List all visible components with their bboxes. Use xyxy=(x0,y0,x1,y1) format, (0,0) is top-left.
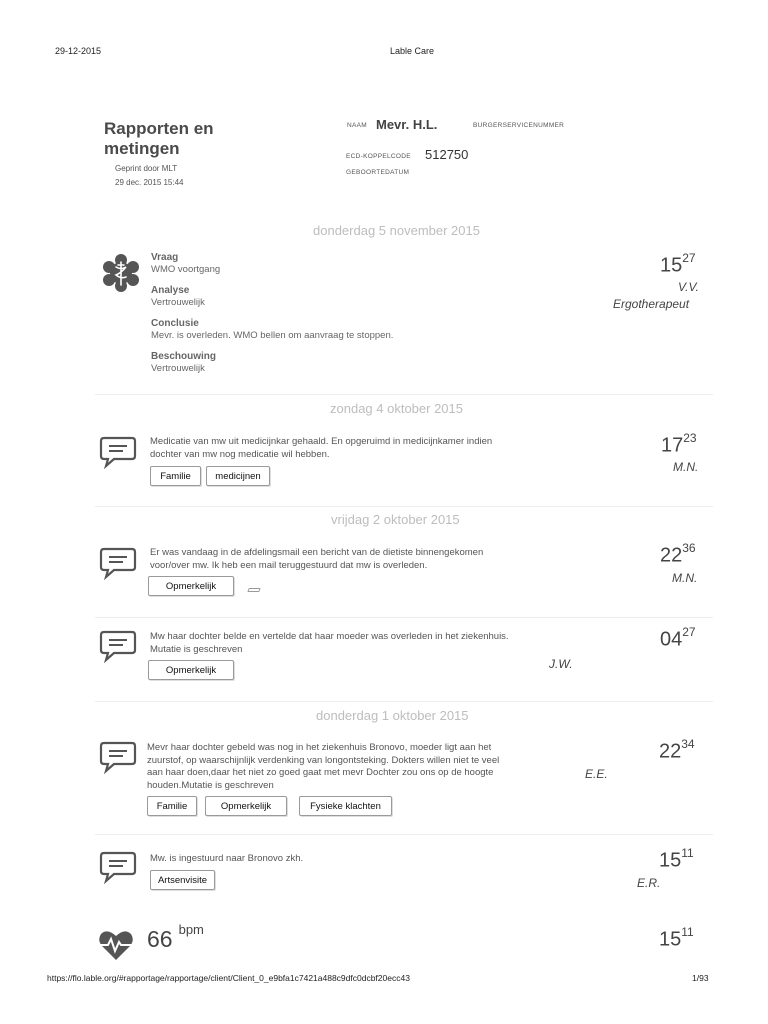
tag-opmerkelijk[interactable]: Opmerkelijk xyxy=(148,576,234,596)
heart-rate-icon xyxy=(97,928,135,967)
tag-familie[interactable]: Familie xyxy=(147,796,197,816)
scan-artifact xyxy=(247,588,261,592)
printed-at: 29 dec. 2015 15:44 xyxy=(115,178,184,187)
entry-time: 1511 xyxy=(659,925,694,951)
author-initials: V.V. xyxy=(678,280,699,294)
tag-artsenvisite[interactable]: Artsenvisite xyxy=(150,870,215,890)
beschouwing-value: Vertrouwelijk xyxy=(151,363,205,374)
vraag-label: Vraag xyxy=(151,252,179,263)
printed-by: Geprint door MLT xyxy=(115,164,178,173)
tag-familie[interactable]: Familie xyxy=(150,466,201,486)
separator xyxy=(95,701,713,702)
print-title: Lable Care xyxy=(390,46,435,56)
chat-bubble-icon xyxy=(99,850,137,889)
beschouwing-label: Beschouwing xyxy=(151,351,217,362)
date-heading: zondag 4 oktober 2015 xyxy=(330,401,463,416)
conclusie-value: Mevr. is overleden. WMO bellen om aanvra… xyxy=(151,330,394,341)
page-number: 1/93 xyxy=(692,973,709,983)
vraag-value: WMO voortgang xyxy=(151,264,221,275)
chat-bubble-icon xyxy=(99,435,137,474)
heart-rate-value: 66 bpm xyxy=(147,922,204,952)
date-heading: vrijdag 2 oktober 2015 xyxy=(331,512,460,527)
author-initials: M.N. xyxy=(673,460,699,474)
page-title: Rapporten en metingen xyxy=(104,119,214,158)
bsn-label: BURGERSERVICENUMMER xyxy=(473,122,565,129)
chat-bubble-icon xyxy=(99,629,137,668)
separator xyxy=(95,617,713,618)
medical-caduceus-icon xyxy=(101,253,141,298)
entry-text: Mevr haar dochter gebeld was nog in het … xyxy=(147,742,500,791)
conclusie-label: Conclusie xyxy=(151,318,199,329)
date-heading: donderdag 5 november 2015 xyxy=(313,223,480,238)
analyse-value: Vertrouwelijk xyxy=(151,297,205,308)
author-initials: J.W. xyxy=(549,657,573,671)
entry-time: 1527 xyxy=(660,251,696,277)
tag-opmerkelijk[interactable]: Opmerkelijk xyxy=(148,660,234,680)
analyse-label: Analyse xyxy=(151,285,190,296)
date-heading: donderdag 1 oktober 2015 xyxy=(316,708,469,723)
entry-text: Mw haar dochter belde en vertelde dat ha… xyxy=(150,631,509,655)
entry-text: Er was vandaag in de afdelingsmail een b… xyxy=(150,547,484,571)
entry-time: 2236 xyxy=(660,541,696,567)
geboortedatum-label: GEBOORTEDATUM xyxy=(346,169,410,176)
separator xyxy=(95,834,713,835)
separator xyxy=(95,394,713,395)
client-name: Mevr. H.L. xyxy=(376,117,438,132)
entry-time: 1723 xyxy=(661,431,697,457)
tag-opmerkelijk[interactable]: Opmerkelijk xyxy=(205,796,287,816)
footer-url: https://flo.lable.org/#rapportage/rappor… xyxy=(47,973,410,983)
entry-text: Medicatie van mw uit medicijnkar gehaald… xyxy=(150,436,493,460)
chat-bubble-icon xyxy=(99,546,137,585)
tag-medicijnen[interactable]: medicijnen xyxy=(206,466,270,486)
author-initials: E.R. xyxy=(637,876,661,890)
author-initials: M.N. xyxy=(672,571,698,585)
print-date: 29-12-2015 xyxy=(55,46,102,56)
author-role: Ergotherapeut xyxy=(613,297,690,311)
separator xyxy=(95,506,713,507)
ecd-value: 512750 xyxy=(425,147,469,162)
entry-time: 0427 xyxy=(660,625,696,651)
entry-time: 1511 xyxy=(659,846,694,872)
naam-label: NAAM xyxy=(347,122,367,129)
chat-bubble-icon xyxy=(99,740,137,779)
tag-fysieke-klachten[interactable]: Fysieke klachten xyxy=(299,796,392,816)
entry-time: 2234 xyxy=(659,737,695,763)
author-initials: E.E. xyxy=(585,767,608,781)
ecd-label: ECD-KOPPELCODE xyxy=(346,153,411,160)
entry-text: Mw. is ingestuurd naar Bronovo zkh. xyxy=(150,853,304,864)
